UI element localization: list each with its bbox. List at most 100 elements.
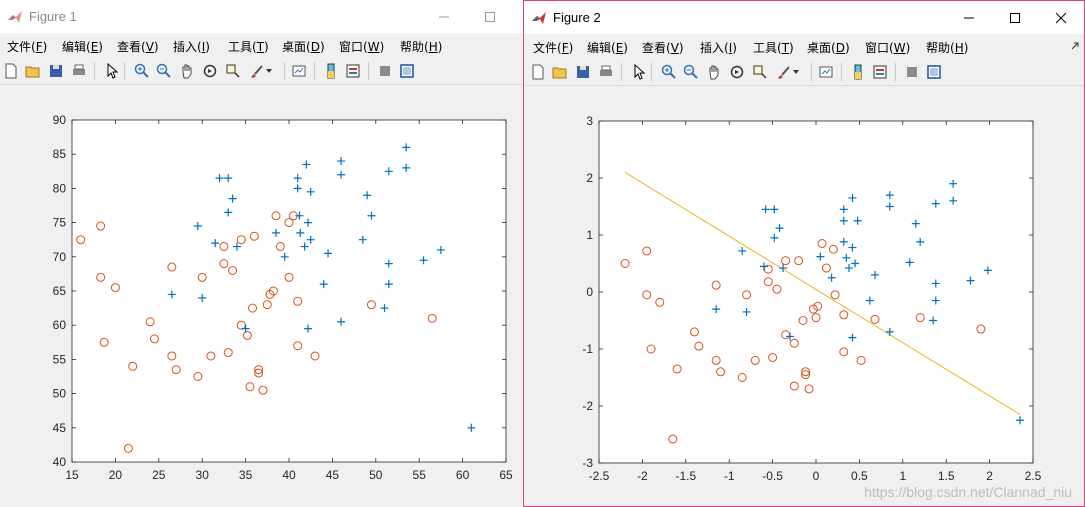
toolbar-separator <box>284 62 285 80</box>
menu-accelerator: T <box>781 41 790 55</box>
menu-item[interactable]: 查看(V) <box>642 39 684 56</box>
title-bar[interactable]: Figure 1 <box>0 0 522 33</box>
link-plot-button[interactable] <box>817 63 835 81</box>
menu-item[interactable]: 文件(F) <box>533 39 573 56</box>
save-icon <box>50 65 62 77</box>
colorbar-button[interactable] <box>322 62 340 80</box>
menu-item[interactable]: 插入(I) <box>700 39 737 56</box>
menu-accelerator: T <box>256 40 265 54</box>
colorbar-button[interactable] <box>849 63 867 81</box>
print-button[interactable] <box>70 62 88 80</box>
new-file-button[interactable] <box>529 63 547 81</box>
pan-hand-icon <box>709 65 719 80</box>
data-cursor-button[interactable] <box>224 62 242 80</box>
menu-accelerator: V <box>670 41 679 55</box>
title-bar[interactable]: Figure 2 <box>524 1 1084 34</box>
zoom-in-button[interactable] <box>133 62 151 80</box>
show-plot-tools-icon <box>400 64 414 78</box>
menu-item[interactable]: 窗口(W) <box>865 39 910 56</box>
pan-hand-button[interactable] <box>705 63 723 81</box>
zoom-out-button[interactable] <box>155 62 173 80</box>
show-plot-tools-button[interactable] <box>925 63 943 81</box>
brush-dropdown-button[interactable] <box>264 62 274 80</box>
open-folder-button[interactable] <box>551 63 569 81</box>
menu-accelerator: F <box>561 41 569 55</box>
menu-item[interactable]: 桌面(D) <box>807 39 850 56</box>
link-plot-button[interactable] <box>290 62 308 80</box>
zoom-in-icon <box>661 64 676 79</box>
data-cursor-button[interactable] <box>751 63 769 81</box>
rotate-3d-icon <box>203 64 217 78</box>
minimize-button[interactable] <box>946 1 992 34</box>
rotate-3d-button[interactable] <box>728 63 746 81</box>
hide-plot-tools-button[interactable] <box>903 63 921 81</box>
maximize-icon <box>1010 12 1020 23</box>
menu-label: 查看 <box>642 41 667 55</box>
show-plot-tools-button[interactable] <box>398 62 416 80</box>
y-tick-label: 70 <box>53 250 67 264</box>
y-tick-label: 2 <box>586 171 593 185</box>
x-tick-label: 50 <box>369 468 383 482</box>
menu-label: 文件 <box>7 40 32 54</box>
legend-button[interactable] <box>344 62 362 80</box>
new-file-button[interactable] <box>2 62 20 80</box>
brush-dropdown-button[interactable] <box>791 63 801 81</box>
menu-accelerator: I <box>201 40 206 54</box>
dock-arrow-icon[interactable] <box>1070 41 1080 51</box>
menu-item[interactable]: 工具(T) <box>228 38 269 55</box>
print-button[interactable] <box>597 63 615 81</box>
menu-item[interactable]: 查看(V) <box>117 38 159 55</box>
x-tick-label: 30 <box>196 468 210 482</box>
y-tick-label: 45 <box>53 421 67 435</box>
menu-item[interactable]: 编辑(E) <box>587 39 628 56</box>
zoom-out-button[interactable] <box>682 63 700 81</box>
menu-item[interactable]: 帮助(H) <box>400 38 442 55</box>
pointer-button[interactable] <box>630 63 648 81</box>
x-tick-label: 2 <box>986 469 993 483</box>
close-button[interactable] <box>1038 1 1084 34</box>
menu-label: 工具 <box>228 40 253 54</box>
hide-plot-tools-button[interactable] <box>376 62 394 80</box>
save-button[interactable] <box>47 62 65 80</box>
minimize-button[interactable] <box>421 0 467 33</box>
open-folder-button[interactable] <box>24 62 42 80</box>
menu-item[interactable]: 桌面(D) <box>282 38 325 55</box>
hide-plot-tools-icon <box>380 66 390 76</box>
menu-label: 查看 <box>117 40 142 54</box>
open-folder-icon <box>552 67 567 79</box>
zoom-in-button[interactable] <box>660 63 678 81</box>
rotate-3d-button[interactable] <box>201 62 219 80</box>
menu-item[interactable]: 工具(T) <box>753 39 794 56</box>
pointer-button[interactable] <box>103 62 121 80</box>
figure-1-scatter-chart[interactable]: 15 20 25 30 35 40 45 50 55 60 65 40 45 50 55 60 65 70 75 80… <box>0 86 522 507</box>
save-button[interactable] <box>574 63 592 81</box>
maximize-button[interactable] <box>467 0 513 33</box>
menu-bar: 文件(F) 编辑(E) 查看(V) 插入(I) 工具(T) 桌面(D) 窗口(W) 帮助(H) <box>0 33 522 57</box>
menu-accelerator: H <box>954 41 964 55</box>
y-tick-label: 90 <box>53 113 67 127</box>
menu-item[interactable]: 编辑(E) <box>62 38 103 55</box>
legend-button[interactable] <box>871 63 889 81</box>
menu-item[interactable]: 窗口(W) <box>339 38 384 55</box>
maximize-button[interactable] <box>992 1 1038 34</box>
x-tick-label: -2 <box>637 469 648 483</box>
colorbar-icon <box>327 63 335 79</box>
figure-1-plot-area: 15 20 25 30 35 40 45 50 55 60 65 40 45 50 55 60 65 70 75 80… <box>0 86 522 507</box>
hide-plot-tools-icon <box>907 67 917 77</box>
menu-label: 窗口 <box>339 40 364 54</box>
x-tick-label: -0.5 <box>762 469 783 483</box>
axes-box <box>598 120 1034 464</box>
y-tick-label: 85 <box>53 147 67 161</box>
menu-label: 工具 <box>753 41 778 55</box>
legend-icon <box>873 65 887 79</box>
watermark-text: https://blog.csdn.net/Clannad_niu <box>864 484 1072 500</box>
x-tick-label: 60 <box>456 468 470 482</box>
figure-2-window: Figure 2 文件(F) 编辑(E) 查看(V) 插入(I) 工具(T) 桌面(D) 窗… <box>523 0 1085 507</box>
menu-item[interactable]: 文件(F) <box>7 38 47 55</box>
brush-icon <box>778 66 790 79</box>
figure-2-scatter-chart[interactable]: -2.5 -2 -1.5 -1 -0.5 0 0.5 1 1.5 2 2.5 -3 -2 -1 0 1 2 3 <box>524 87 1084 507</box>
menu-item[interactable]: 帮助(H) <box>926 39 968 56</box>
link-plot-icon <box>292 65 306 77</box>
pan-hand-button[interactable] <box>178 62 196 80</box>
menu-item[interactable]: 插入(I) <box>173 38 210 55</box>
